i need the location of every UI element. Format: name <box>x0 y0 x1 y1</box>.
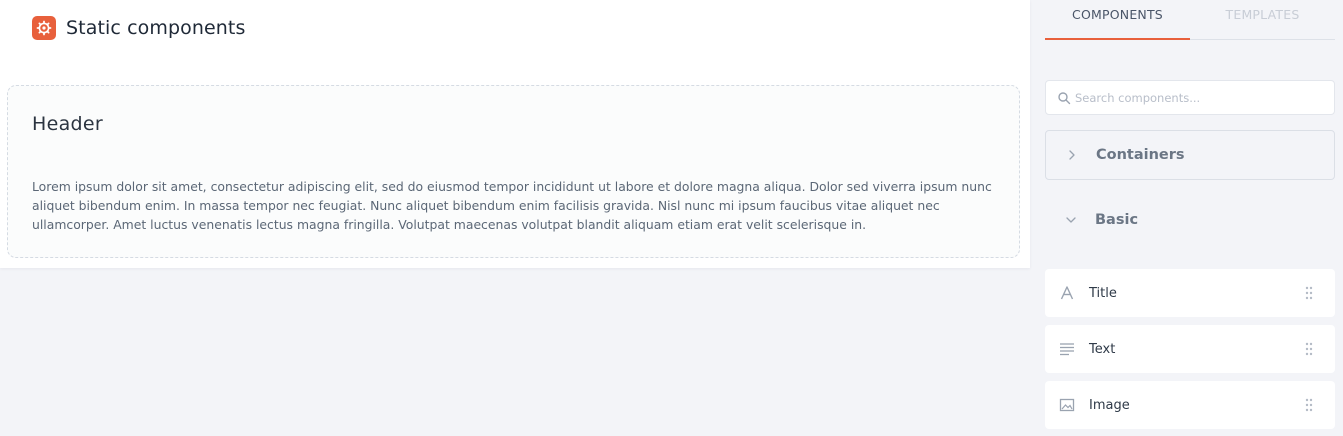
text-icon <box>1058 340 1076 358</box>
page-title: Static components <box>66 16 246 39</box>
component-label: Text <box>1089 341 1116 357</box>
component-label: Title <box>1089 285 1117 301</box>
editor-canvas: Static components Header Lorem ipsum dol… <box>0 0 1030 268</box>
group-basic[interactable]: Basic <box>1045 195 1335 245</box>
chevron-right-icon <box>1069 150 1075 160</box>
tab-templates[interactable]: TEMPLATES <box>1190 0 1335 40</box>
components-panel: COMPONENTS TEMPLATES Containers Basic Ti… <box>1045 0 1335 436</box>
section-body-text[interactable]: Lorem ipsum dolor sit amet, consectetur … <box>32 177 997 234</box>
header-section-block[interactable]: Header Lorem ipsum dolor sit amet, conse… <box>7 85 1020 258</box>
component-item-text[interactable]: Text <box>1045 325 1335 373</box>
gear-logo-icon <box>32 15 56 40</box>
component-item-title[interactable]: Title <box>1045 269 1335 317</box>
search-box <box>1045 80 1335 115</box>
image-icon <box>1058 396 1076 414</box>
title-icon <box>1058 284 1076 302</box>
chevron-down-icon <box>1066 217 1076 223</box>
search-icon <box>1058 91 1071 104</box>
page-heading: Static components <box>32 15 245 40</box>
section-header-text[interactable]: Header <box>32 113 103 135</box>
component-item-image[interactable]: Image <box>1045 381 1335 429</box>
panel-tabs: COMPONENTS TEMPLATES <box>1045 0 1335 40</box>
drag-handle-icon[interactable] <box>1305 342 1313 356</box>
drag-handle-icon[interactable] <box>1305 286 1313 300</box>
group-label: Basic <box>1095 212 1139 228</box>
group-containers[interactable]: Containers <box>1045 130 1335 180</box>
search-input[interactable] <box>1075 90 1315 105</box>
tab-components[interactable]: COMPONENTS <box>1045 0 1190 40</box>
drag-handle-icon[interactable] <box>1305 398 1313 412</box>
component-label: Image <box>1089 397 1130 413</box>
group-label: Containers <box>1096 147 1185 163</box>
